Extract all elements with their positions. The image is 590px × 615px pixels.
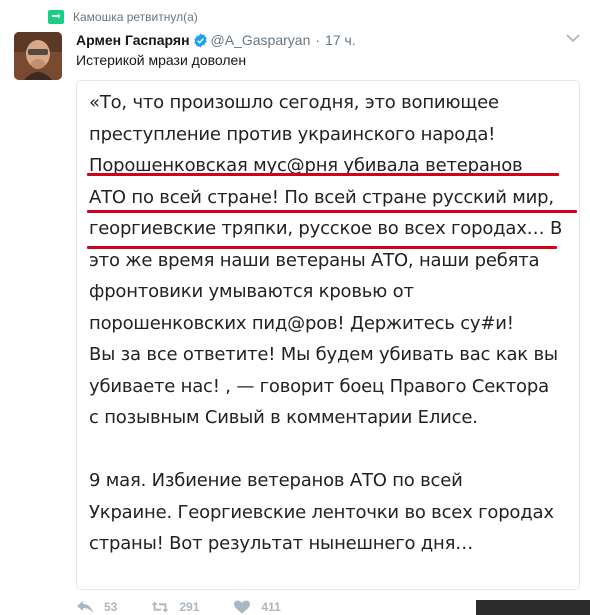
media-text-block: «То, что произошло сегодня, это вопиющее… (89, 87, 579, 560)
red-underline-3 (87, 246, 557, 249)
separator-dot: · (315, 32, 321, 48)
tweet-media-image[interactable]: «То, что произошло сегодня, это вопиющее… (76, 80, 580, 590)
heart-icon (234, 600, 251, 613)
retweet-action-icon (151, 601, 169, 612)
media-text-line: преступление против украинского народа! (89, 123, 496, 145)
media-text-line: убиваете нас! , — говорит боец Правого С… (89, 375, 549, 397)
tweet-actions: 53 291 411 (76, 598, 315, 615)
media-text-line: Украине. Георгиевские ленточки во всех г… (89, 501, 554, 523)
retweet-context[interactable]: Камошка ретвитнул(а) (48, 8, 198, 26)
like-button[interactable]: 411 (233, 599, 281, 614)
dark-overlay-corner (476, 600, 590, 615)
media-text-line: это же время наши ветераны АТО, наши реб… (89, 249, 540, 271)
tweet-text: Истерикой мрази доволен (76, 52, 247, 68)
media-text-line: георгиевские тряпки, русское во всех гор… (89, 218, 563, 239)
media-text-line: с позывным Сивый в комментарии Елисе. (89, 407, 478, 428)
retweet-button[interactable]: 291 (151, 600, 199, 614)
media-text-line: 9 мая. Избиение ветеранов АТО по всей (89, 470, 463, 491)
author-fullname[interactable]: Армен Гаспарян (76, 32, 190, 48)
verified-badge-icon (193, 32, 207, 48)
media-text-line: Порошенковская мус@рня убивала ветеранов (89, 155, 523, 176)
red-underline-1 (87, 173, 559, 176)
author-handle[interactable]: @A_Gasparyan (211, 32, 311, 48)
retweet-count: 291 (179, 599, 200, 614)
like-count: 411 (261, 599, 281, 614)
tweet-header: Армен Гаспарян @A_Gasparyan · 17 ч. (76, 31, 356, 49)
retweet-label[interactable]: Камошка ретвитнул(а) (73, 10, 198, 24)
media-text-line: Вы за все ответите! Мы будем убивать вас… (89, 344, 558, 365)
red-underline-2 (87, 210, 577, 213)
avatar[interactable] (14, 32, 62, 80)
media-text-line: «То, что произошло сегодня, это вопиющее (89, 92, 499, 113)
media-text-line: АТО по всей стране! По всей стране русск… (89, 186, 554, 208)
media-text-line: страны! Вот результат нынешнего дня… (89, 533, 474, 554)
reply-icon (77, 600, 93, 613)
media-text-line (89, 434, 579, 466)
media-text-line: порошенковских пид@ров! Держитесь су#и! (89, 312, 514, 334)
reply-button[interactable]: 53 (76, 600, 117, 614)
retweet-icon (48, 10, 64, 24)
media-text-line: фронтовики умываются кровью от (89, 281, 414, 302)
tweet-timestamp[interactable]: 17 ч. (325, 32, 356, 48)
chevron-down-icon[interactable] (566, 33, 580, 43)
reply-count: 53 (104, 599, 118, 614)
avatar-image (14, 32, 62, 80)
